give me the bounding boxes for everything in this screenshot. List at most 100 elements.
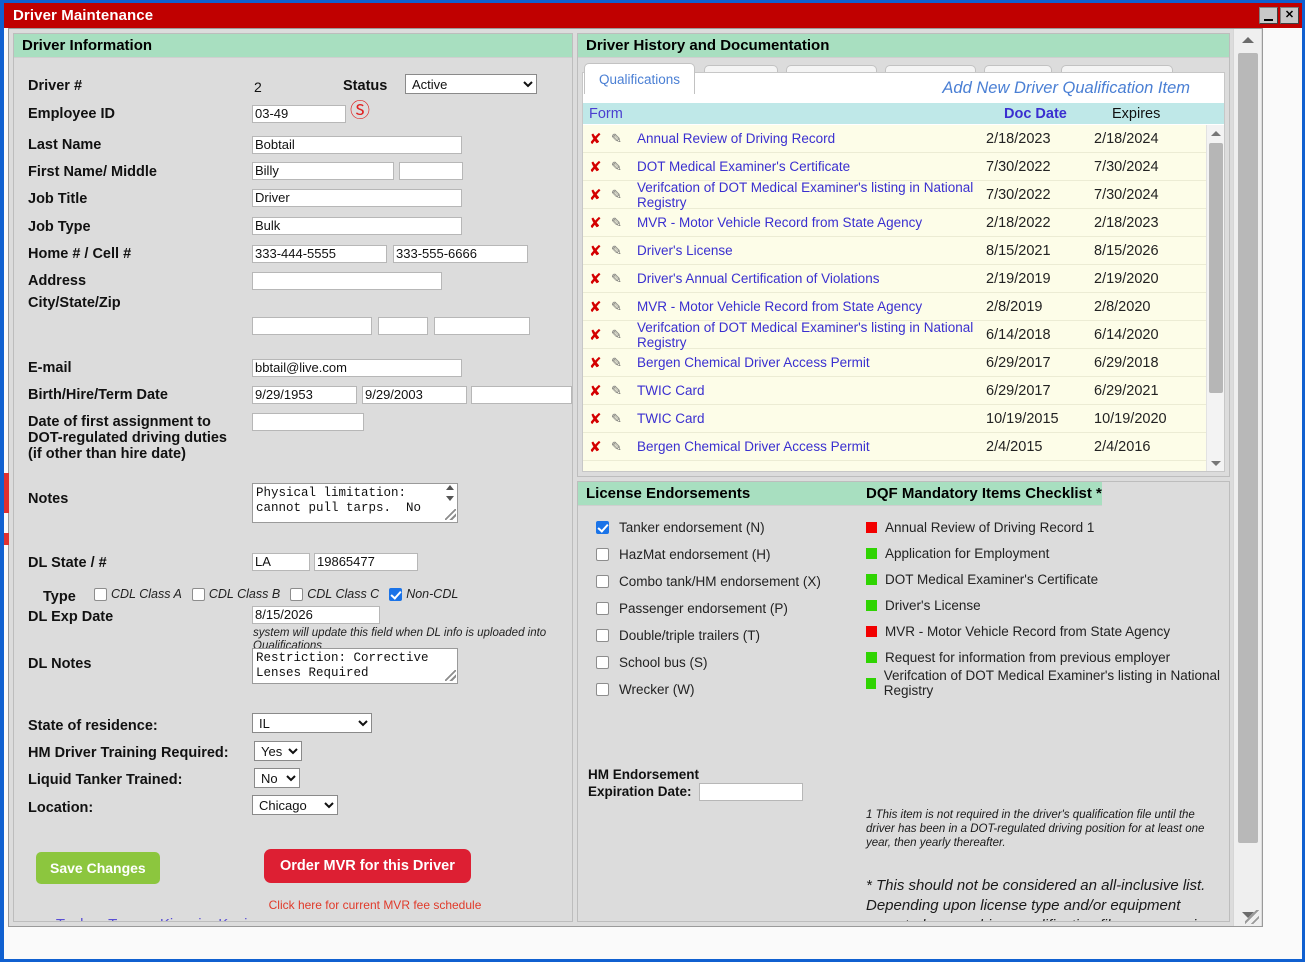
cdl-class-a-checkbox[interactable] (94, 587, 107, 601)
qualification-form-link[interactable]: MVR - Motor Vehicle Record from State Ag… (637, 299, 986, 314)
edit-pencil-icon[interactable]: ✎ (611, 131, 637, 147)
qualification-form-link[interactable]: MVR - Motor Vehicle Record from State Ag… (637, 215, 986, 230)
edit-pencil-icon[interactable]: ✎ (611, 243, 637, 259)
term-date-input[interactable] (471, 386, 572, 404)
close-button[interactable]: ✕ (1280, 7, 1299, 24)
hm-training-select[interactable]: Yes (254, 741, 302, 761)
next-driver-link[interactable]: Kingpin, Kevin (160, 916, 256, 921)
home-phone-input[interactable]: 333-444-5555 (252, 245, 387, 263)
dl-exp-date-input[interactable]: 8/15/2026 (252, 606, 380, 624)
edit-pencil-icon[interactable]: ✎ (611, 383, 637, 399)
status-select[interactable]: Active (405, 74, 537, 94)
edit-pencil-icon[interactable]: ✎ (611, 215, 637, 231)
qualifications-scroll-down-icon[interactable] (1207, 455, 1224, 471)
non-cdl-checkbox[interactable] (389, 587, 403, 601)
table-row[interactable]: ✘ ✎ MVR - Motor Vehicle Record from Stat… (583, 209, 1206, 237)
dl-number-input[interactable]: 19865477 (314, 553, 418, 571)
delete-icon[interactable]: ✘ (589, 130, 611, 148)
state-residence-select[interactable]: IL (252, 713, 372, 733)
delete-icon[interactable]: ✘ (589, 298, 611, 316)
cell-phone-input[interactable]: 333-555-6666 (393, 245, 528, 263)
list-item[interactable]: School bus (S) (596, 649, 858, 676)
dl-state-input[interactable]: LA (252, 553, 310, 571)
job-type-input[interactable]: Bulk (252, 217, 462, 235)
list-item[interactable]: HazMat endorsement (H) (596, 541, 858, 568)
list-item[interactable]: Wrecker (W) (596, 676, 858, 703)
qualification-form-link[interactable]: Driver's Annual Certification of Violati… (637, 271, 986, 286)
qualification-form-link[interactable]: Verifcation of DOT Medical Examiner's li… (637, 320, 986, 350)
liquid-tanker-select[interactable]: No (254, 768, 300, 788)
qualification-form-link[interactable]: Bergen Chemical Driver Access Permit (637, 355, 986, 370)
tanker-endorsement-checkbox[interactable] (596, 521, 609, 534)
job-title-input[interactable]: Driver (252, 189, 462, 207)
prev-driver-link[interactable]: Tanker, Tony (56, 916, 140, 921)
qualification-form-link[interactable]: TWIC Card (637, 383, 986, 398)
combo-tank-endorsement-checkbox[interactable] (596, 575, 609, 588)
first-assignment-input[interactable] (252, 413, 364, 431)
hm-expiration-input[interactable] (699, 783, 804, 802)
qualifications-table-body[interactable]: ✘ ✎ Annual Review of Driving Record 2/18… (583, 125, 1206, 471)
qualification-form-link[interactable]: Verifcation of DOT Medical Examiner's li… (637, 180, 986, 210)
email-input[interactable]: bbtail@live.com (252, 359, 462, 377)
list-item[interactable]: Tanker endorsement (N) (596, 514, 858, 541)
dl-notes-resize-grip-icon[interactable] (445, 670, 456, 681)
edit-pencil-icon[interactable]: ✎ (611, 411, 637, 427)
wrecker-checkbox[interactable] (596, 683, 609, 696)
column-header-doc-date[interactable]: Doc Date (1004, 106, 1112, 122)
qualification-form-link[interactable]: DOT Medical Examiner's Certificate (637, 159, 986, 174)
hire-date-input[interactable]: 9/29/2003 (362, 386, 467, 404)
table-row[interactable]: ✘ ✎ Bergen Chemical Driver Access Permit… (583, 433, 1206, 461)
delete-icon[interactable]: ✘ (589, 242, 611, 260)
edit-pencil-icon[interactable]: ✎ (611, 159, 637, 175)
delete-icon[interactable]: ✘ (589, 214, 611, 232)
column-header-form[interactable]: Form (589, 106, 1004, 122)
location-select[interactable]: Chicago (252, 795, 338, 815)
table-row[interactable]: ✘ ✎ Verifcation of DOT Medical Examiner'… (583, 180, 1206, 210)
last-name-input[interactable]: Bobtail (252, 136, 462, 154)
delete-icon[interactable]: ✘ (589, 270, 611, 288)
school-bus-checkbox[interactable] (596, 656, 609, 669)
table-row[interactable]: ✘ ✎ Annual Review of Driving Record 2/18… (583, 125, 1206, 153)
dl-notes-textarea[interactable]: Restriction: Corrective Lenses Required (252, 648, 458, 684)
cdl-class-c-checkbox[interactable] (290, 587, 304, 601)
cdl-class-b-checkbox[interactable] (191, 587, 205, 601)
delete-icon[interactable]: ✘ (589, 354, 611, 372)
list-item[interactable]: Double/triple trailers (T) (596, 622, 858, 649)
zip-input[interactable] (434, 317, 530, 335)
table-row[interactable]: ✘ ✎ Verifcation of DOT Medical Examiner'… (583, 320, 1206, 350)
main-scroll-thumb[interactable] (1238, 53, 1258, 843)
first-name-input[interactable]: Billy (252, 162, 394, 180)
edit-pencil-icon[interactable]: ✎ (611, 439, 637, 455)
hazmat-endorsement-checkbox[interactable] (596, 548, 609, 561)
table-row[interactable]: ✘ ✎ MVR - Motor Vehicle Record from Stat… (583, 293, 1206, 321)
delete-icon[interactable]: ✘ (589, 382, 611, 400)
delete-icon[interactable]: ✘ (589, 410, 611, 428)
edit-pencil-icon[interactable]: ✎ (611, 327, 637, 343)
edit-pencil-icon[interactable]: ✎ (611, 271, 637, 287)
order-mvr-button[interactable]: Order MVR for this Driver (264, 849, 471, 883)
notes-spinner[interactable] (444, 485, 456, 501)
prev-driver-arrow-icon[interactable]: ◄ (38, 919, 49, 922)
minimize-button[interactable] (1259, 7, 1278, 24)
delete-icon[interactable]: ✘ (589, 186, 611, 204)
table-row[interactable]: ✘ ✎ TWIC Card 6/29/2017 6/29/2021 (583, 377, 1206, 405)
birth-date-input[interactable]: 9/29/1953 (252, 386, 357, 404)
window-resize-grip-icon[interactable] (1245, 910, 1259, 924)
qualifications-scroll-thumb[interactable] (1209, 143, 1223, 393)
list-item[interactable]: Passenger endorsement (P) (596, 595, 858, 622)
city-input[interactable] (252, 317, 372, 335)
save-changes-button[interactable]: Save Changes (36, 852, 160, 884)
qualification-form-link[interactable]: Annual Review of Driving Record (637, 131, 986, 146)
employee-id-input[interactable]: 03-49 (252, 105, 346, 123)
qualification-form-link[interactable]: Bergen Chemical Driver Access Permit (637, 439, 986, 454)
table-row[interactable]: ✘ ✎ DOT Medical Examiner's Certificate 7… (583, 153, 1206, 181)
table-row[interactable]: ✘ ✎ Bergen Chemical Driver Access Permit… (583, 349, 1206, 377)
main-scrollbar[interactable] (1233, 29, 1261, 926)
next-driver-arrow-icon[interactable]: ► (263, 919, 274, 922)
qualification-form-link[interactable]: Driver's License (637, 243, 986, 258)
table-row[interactable]: ✘ ✎ TWIC Card 10/19/2015 10/19/2020 (583, 405, 1206, 433)
notes-resize-grip-icon[interactable] (445, 509, 456, 520)
delete-icon[interactable]: ✘ (589, 158, 611, 176)
table-row[interactable]: ✘ ✎ Driver's Annual Certification of Vio… (583, 265, 1206, 293)
qualifications-scroll-up-icon[interactable] (1207, 125, 1224, 141)
